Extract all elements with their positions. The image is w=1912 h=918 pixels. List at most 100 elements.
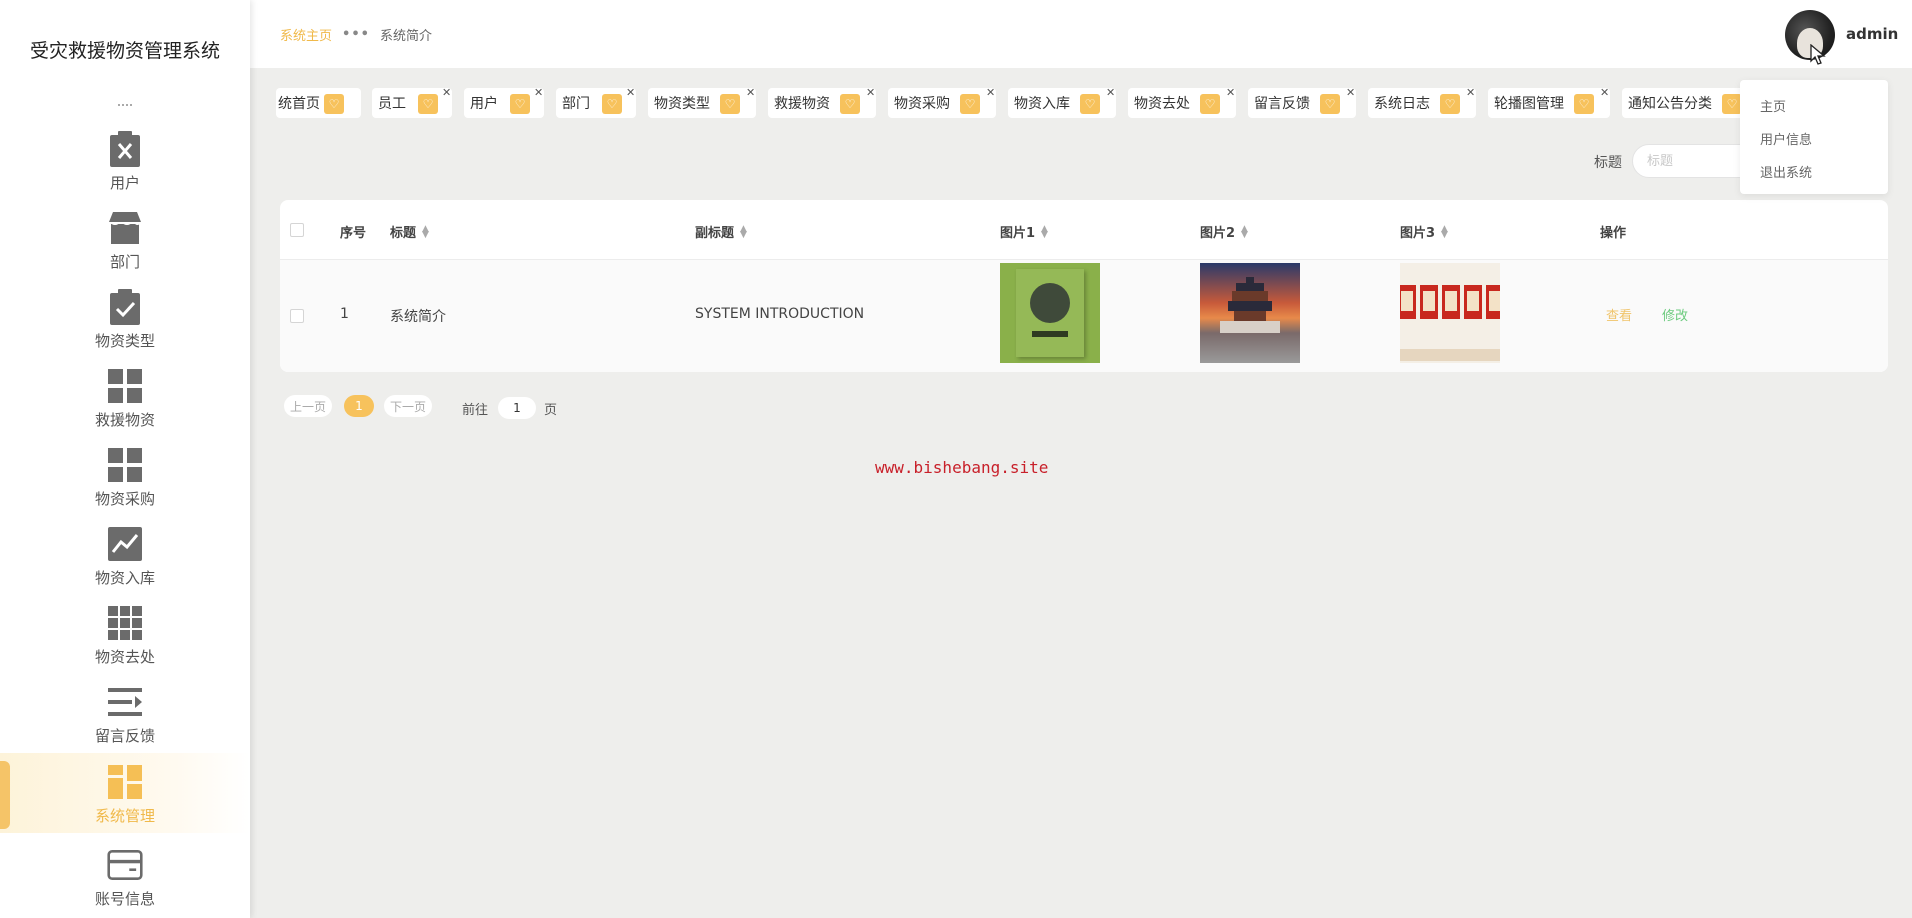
tab-carousel[interactable]: 轮播图管理 ♡ ✕ bbox=[1488, 88, 1610, 118]
close-icon[interactable]: ✕ bbox=[1346, 88, 1355, 99]
heart-icon: ♡ bbox=[1440, 94, 1460, 114]
sidebar-item-department[interactable]: 部门 bbox=[0, 209, 250, 287]
tab-material-type[interactable]: 物资类型 ♡ ✕ bbox=[648, 88, 756, 118]
dashboard-icon bbox=[107, 763, 143, 801]
close-icon[interactable]: ✕ bbox=[626, 88, 635, 99]
close-icon[interactable]: ✕ bbox=[534, 88, 543, 99]
tab-label: 物资去处 bbox=[1134, 96, 1190, 112]
menu-item-home[interactable]: 主页 bbox=[1760, 96, 1786, 115]
book-cover-image bbox=[1016, 269, 1084, 357]
sidebar-item-label: 账号信息 bbox=[94, 890, 155, 908]
table-row: 1 系统简介 SYSTEM INTRODUCTION 查看 修改 bbox=[280, 260, 1888, 372]
tab-department[interactable]: 部门 ♡ ✕ bbox=[556, 88, 636, 118]
breadcrumb: 系统主页 ••• 系统简介 bbox=[280, 25, 432, 44]
tab-label: 部门 bbox=[562, 96, 590, 112]
close-icon[interactable]: ✕ bbox=[1600, 88, 1609, 99]
heart-icon: ♡ bbox=[1722, 94, 1742, 114]
sort-icon[interactable]: ▲ ▼ bbox=[740, 224, 747, 239]
poster-image bbox=[1484, 283, 1500, 321]
close-icon[interactable]: ✕ bbox=[866, 88, 875, 99]
poster-image bbox=[1400, 283, 1418, 321]
sidebar-item-system-management[interactable]: 系统管理 bbox=[0, 753, 250, 833]
cell-image3-posters[interactable] bbox=[1400, 263, 1500, 363]
heart-icon: ♡ bbox=[418, 94, 438, 114]
sidebar-item-label: 物资去处 bbox=[94, 648, 155, 666]
tab-user[interactable]: 用户 ♡ ✕ bbox=[464, 88, 544, 118]
cell-image1-book-cover[interactable] bbox=[1000, 263, 1100, 363]
poster-image bbox=[1418, 283, 1440, 321]
menu-item-user-info[interactable]: 用户信息 bbox=[1760, 129, 1812, 148]
column-header-image1[interactable]: 图片1 ▲ ▼ bbox=[1000, 222, 1048, 241]
breadcrumb-home[interactable]: 系统主页 bbox=[280, 25, 332, 44]
sidebar-item-label: 物资采购 bbox=[94, 490, 155, 508]
heart-icon: ♡ bbox=[720, 94, 740, 114]
heart-icon: ♡ bbox=[960, 94, 980, 114]
close-icon[interactable]: ✕ bbox=[1106, 88, 1115, 99]
row-checkbox[interactable] bbox=[290, 309, 304, 323]
username[interactable]: admin bbox=[1846, 25, 1898, 43]
edit-button[interactable]: 修改 bbox=[1662, 305, 1688, 324]
close-icon[interactable]: ✕ bbox=[1226, 88, 1235, 99]
close-icon[interactable]: ✕ bbox=[746, 88, 755, 99]
sidebar: 受灾救援物资管理系统 用户 部门 物资类型 救援物资 物资采购 物资入库 物资去… bbox=[0, 0, 250, 918]
tab-destination[interactable]: 物资去处 ♡ ✕ bbox=[1128, 88, 1236, 118]
search-label: 标题 bbox=[1594, 155, 1622, 171]
apps-icon bbox=[107, 604, 143, 642]
sidebar-item-rescue-material[interactable]: 救援物资 bbox=[0, 367, 250, 445]
tab-rescue-material[interactable]: 救援物资 ♡ ✕ bbox=[768, 88, 876, 118]
sort-icon[interactable]: ▲ ▼ bbox=[1441, 224, 1448, 239]
goto-page-input[interactable] bbox=[498, 397, 536, 419]
data-table: 序号 标题 ▲ ▼ 副标题 ▲ ▼ 图片1 ▲ ▼ 图片2 ▲ ▼ 图片3 ▲ ▼ 操作 1 系统简… bbox=[280, 200, 1888, 372]
tab-label: 员工 bbox=[378, 96, 406, 112]
tab-system-log[interactable]: 系统日志 ♡ ✕ bbox=[1368, 88, 1476, 118]
tab-feedback[interactable]: 留言反馈 ♡ ✕ bbox=[1248, 88, 1356, 118]
clipboard-check-icon bbox=[107, 288, 143, 326]
column-header-image3[interactable]: 图片3 ▲ ▼ bbox=[1400, 222, 1448, 241]
tab-home[interactable]: 统首页 ♡ bbox=[276, 88, 361, 118]
tab-warehousing[interactable]: 物资入库 ♡ ✕ bbox=[1008, 88, 1116, 118]
tab-label: 物资入库 bbox=[1014, 96, 1070, 112]
tab-label: 统首页 bbox=[278, 96, 320, 112]
page-number-current[interactable]: 1 bbox=[344, 395, 374, 417]
heart-icon: ♡ bbox=[324, 94, 344, 114]
sidebar-item-procurement[interactable]: 物资采购 bbox=[0, 446, 250, 524]
sidebar-item-material-type[interactable]: 物资类型 bbox=[0, 288, 250, 366]
sidebar-item-user[interactable]: 用户 bbox=[0, 130, 250, 208]
column-header-title[interactable]: 标题 ▲ ▼ bbox=[390, 222, 429, 241]
cell-index: 1 bbox=[340, 306, 349, 322]
column-header-actions: 操作 bbox=[1600, 226, 1627, 241]
close-icon[interactable]: ✕ bbox=[1466, 88, 1475, 99]
tab-label: 通知公告分类 bbox=[1628, 96, 1712, 112]
column-header-image2[interactable]: 图片2 ▲ ▼ bbox=[1200, 222, 1248, 241]
sidebar-item-label: 物资入库 bbox=[94, 569, 155, 587]
page-unit-label: 页 bbox=[544, 403, 558, 418]
next-page-button[interactable]: 下一页 bbox=[384, 395, 432, 417]
column-header-subtitle[interactable]: 副标题 ▲ ▼ bbox=[695, 222, 747, 241]
sort-icon[interactable]: ▲ ▼ bbox=[422, 224, 429, 239]
grid-icon bbox=[107, 446, 143, 484]
sidebar-item-label: 救援物资 bbox=[94, 411, 155, 429]
view-button[interactable]: 查看 bbox=[1606, 305, 1632, 324]
prev-page-button[interactable]: 上一页 bbox=[284, 395, 332, 417]
cell-image2-temple-photo[interactable] bbox=[1200, 263, 1300, 363]
close-icon[interactable]: ✕ bbox=[442, 88, 451, 99]
tab-procurement[interactable]: 物资采购 ♡ ✕ bbox=[888, 88, 996, 118]
tab-label: 系统日志 bbox=[1374, 96, 1430, 112]
heart-icon: ♡ bbox=[1574, 94, 1594, 114]
sidebar-item-account[interactable]: 账号信息 bbox=[0, 846, 250, 918]
tab-bar: 统首页 ♡ 员工 ♡ ✕ 用户 ♡ ✕ 部门 ♡ ✕ 物资类型 ♡ ✕ 救援物资… bbox=[276, 88, 1908, 118]
sort-icon[interactable]: ▲ ▼ bbox=[1241, 224, 1248, 239]
close-icon[interactable]: ✕ bbox=[986, 88, 995, 99]
poster-strip bbox=[1400, 349, 1500, 361]
scroll-indicator bbox=[118, 104, 132, 108]
table-header: 序号 标题 ▲ ▼ 副标题 ▲ ▼ 图片1 ▲ ▼ 图片2 ▲ ▼ 图片3 ▲ ▼ 操作 bbox=[280, 200, 1888, 260]
select-all-checkbox[interactable] bbox=[290, 223, 304, 237]
sidebar-item-destination[interactable]: 物资去处 bbox=[0, 604, 250, 682]
sort-icon[interactable]: ▲ ▼ bbox=[1041, 224, 1048, 239]
card-icon bbox=[107, 846, 143, 884]
tab-label: 物资类型 bbox=[654, 96, 710, 112]
sidebar-item-feedback[interactable]: 留言反馈 bbox=[0, 683, 250, 761]
menu-item-logout[interactable]: 退出系统 bbox=[1760, 162, 1812, 181]
tab-employee[interactable]: 员工 ♡ ✕ bbox=[372, 88, 452, 118]
sidebar-item-warehousing[interactable]: 物资入库 bbox=[0, 525, 250, 603]
